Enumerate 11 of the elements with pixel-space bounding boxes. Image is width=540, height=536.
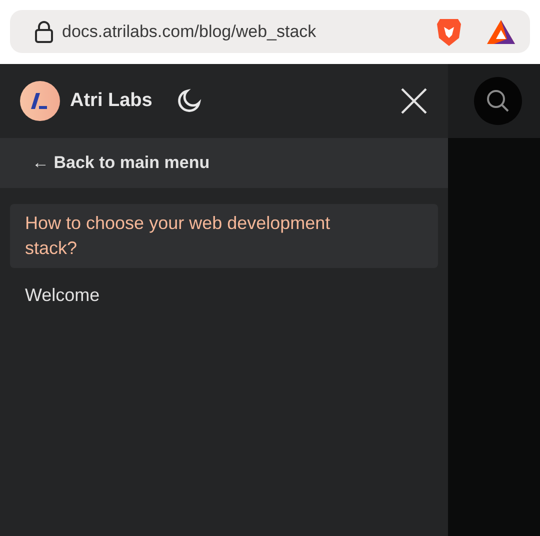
brand-name[interactable]: Atri Labs xyxy=(70,86,152,116)
logo-icon[interactable] xyxy=(20,81,60,121)
moon-icon[interactable] xyxy=(176,88,202,114)
search-button[interactable] xyxy=(474,77,522,125)
lion-shield-icon[interactable] xyxy=(436,16,462,46)
lock-icon xyxy=(34,20,54,44)
search-icon xyxy=(485,88,511,114)
menu-item[interactable]: How to choose your web development stack? xyxy=(10,204,438,268)
triangle-icon[interactable] xyxy=(486,18,516,44)
menu-item[interactable]: Welcome xyxy=(10,276,438,315)
close-button[interactable] xyxy=(400,87,428,115)
